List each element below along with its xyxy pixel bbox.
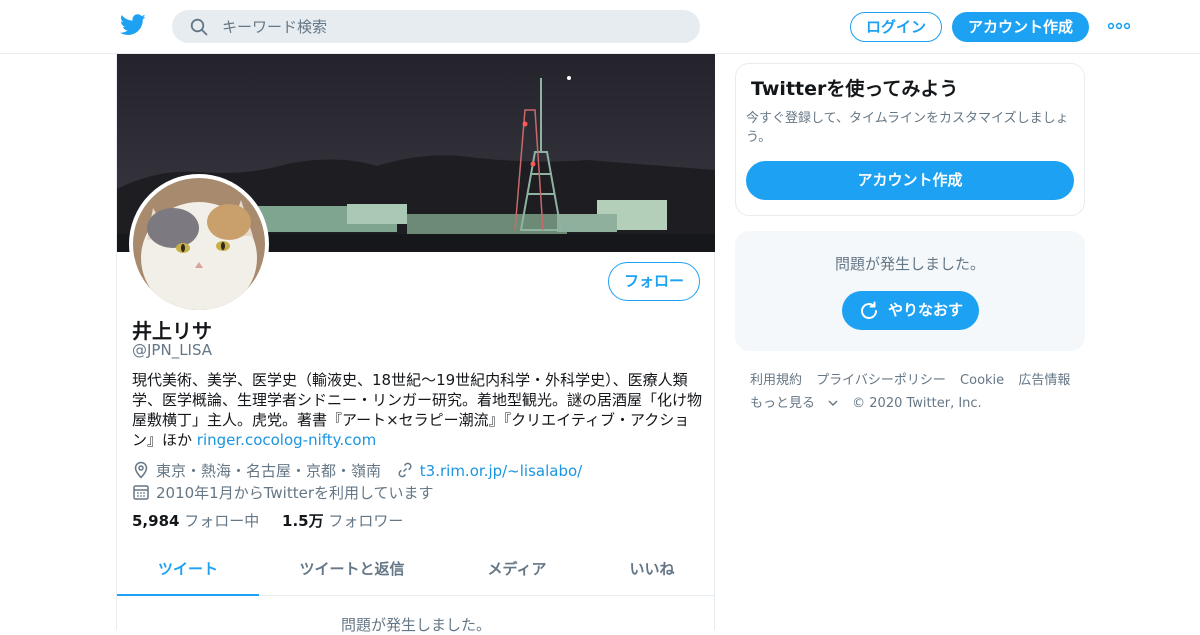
tab-tweets[interactable]: ツイート [117, 546, 259, 596]
footer-link-privacy[interactable]: プライバシーポリシー [816, 373, 946, 388]
location-pin-icon [134, 461, 148, 479]
profile-column: フォロー 井上リサ @JPN_LISA 現代美術、美学、医学史（輸液史、18世紀… [116, 54, 715, 634]
location-text: 東京・熱海・名古屋・京都・嶺南 [156, 462, 382, 480]
signup-card-description: 今すぐ登録して、タイムラインをカスタマイズしましょう。 [746, 111, 1069, 145]
followers-stat[interactable]: 1.5万 フォロワー [282, 512, 403, 530]
login-button[interactable]: ログイン [850, 12, 942, 42]
following-count: 5,984 [132, 512, 180, 530]
website-link[interactable]: t3.rim.or.jp/~lisalabo/ [420, 462, 582, 480]
search-icon [190, 18, 208, 36]
username-handle[interactable]: @JPN_LISA [132, 341, 212, 359]
signup-card-button[interactable]: アカウント作成 [746, 161, 1074, 200]
signup-button[interactable]: アカウント作成 [952, 12, 1089, 42]
retry-label: やりなおす [888, 301, 964, 319]
profile-avatar[interactable] [129, 174, 269, 314]
footer-links: 利用規約 プライバシーポリシー Cookie 広告情報 [750, 369, 1080, 388]
profile-tabs: ツイート ツイートと返信 メディア いいね [117, 546, 715, 596]
search-input[interactable] [222, 10, 682, 43]
bio-link[interactable]: ringer.cocolog-nifty.com [197, 431, 376, 449]
following-label: フォロー中 [184, 512, 260, 530]
footer-more-link[interactable]: もっと見る [750, 396, 838, 411]
search-bar [172, 10, 700, 43]
signup-card-title: Twitterを使ってみよう [751, 78, 959, 100]
chevron-down-icon [828, 400, 838, 406]
twitter-logo-icon[interactable] [120, 14, 146, 36]
signup-card: Twitterを使ってみよう 今すぐ登録して、タイムラインをカスタマイズしましょ… [735, 63, 1085, 216]
following-stat[interactable]: 5,984 フォロー中 [132, 512, 259, 530]
tab-tweets-and-replies[interactable]: ツイートと返信 [279, 546, 425, 596]
followers-count: 1.5万 [282, 512, 324, 530]
tab-media[interactable]: メディア [447, 546, 587, 596]
error-message: 問題が発生しました。 [834, 255, 985, 273]
retry-icon [861, 301, 877, 319]
footer-more-label: もっと見る [750, 396, 816, 411]
footer-link-ads[interactable]: 広告情報 [1018, 373, 1070, 388]
joined-text: 2010年1月からTwitterを利用しています [156, 484, 434, 502]
location-website-row: 東京・熱海・名古屋・京都・嶺南 t3.rim.or.jp/~lisalabo/ [132, 460, 582, 480]
footer-link-cookie[interactable]: Cookie [960, 373, 1004, 388]
follow-button[interactable]: フォロー [608, 262, 700, 301]
retry-button[interactable]: やりなおす [842, 291, 979, 330]
profile-bio: 現代美術、美学、医学史（輸液史、18世紀～19世紀内科学・外科学史）、医療人類学… [132, 370, 702, 450]
copyright-text: © 2020 Twitter, Inc. [852, 396, 982, 411]
error-panel: 問題が発生しました。 やりなおす [735, 231, 1085, 351]
top-navigation-bar: ログイン アカウント作成 [0, 0, 1200, 54]
joined-date-row: 2010年1月からTwitterを利用しています [132, 482, 434, 502]
link-icon [398, 462, 412, 478]
more-dots-icon[interactable] [1108, 22, 1130, 30]
cat-photo-image [133, 178, 265, 310]
timeline-error-text: 問題が発生しました。 [340, 616, 491, 634]
followers-label: フォロワー [328, 512, 404, 530]
follow-stats: 5,984 フォロー中 1.5万 フォロワー [132, 510, 421, 531]
display-name: 井上リサ [132, 319, 212, 343]
tab-likes[interactable]: いいね [607, 546, 697, 596]
footer-link-terms[interactable]: 利用規約 [750, 373, 802, 388]
calendar-icon [133, 485, 149, 500]
footer-secondary: もっと見る © 2020 Twitter, Inc. [750, 392, 992, 411]
